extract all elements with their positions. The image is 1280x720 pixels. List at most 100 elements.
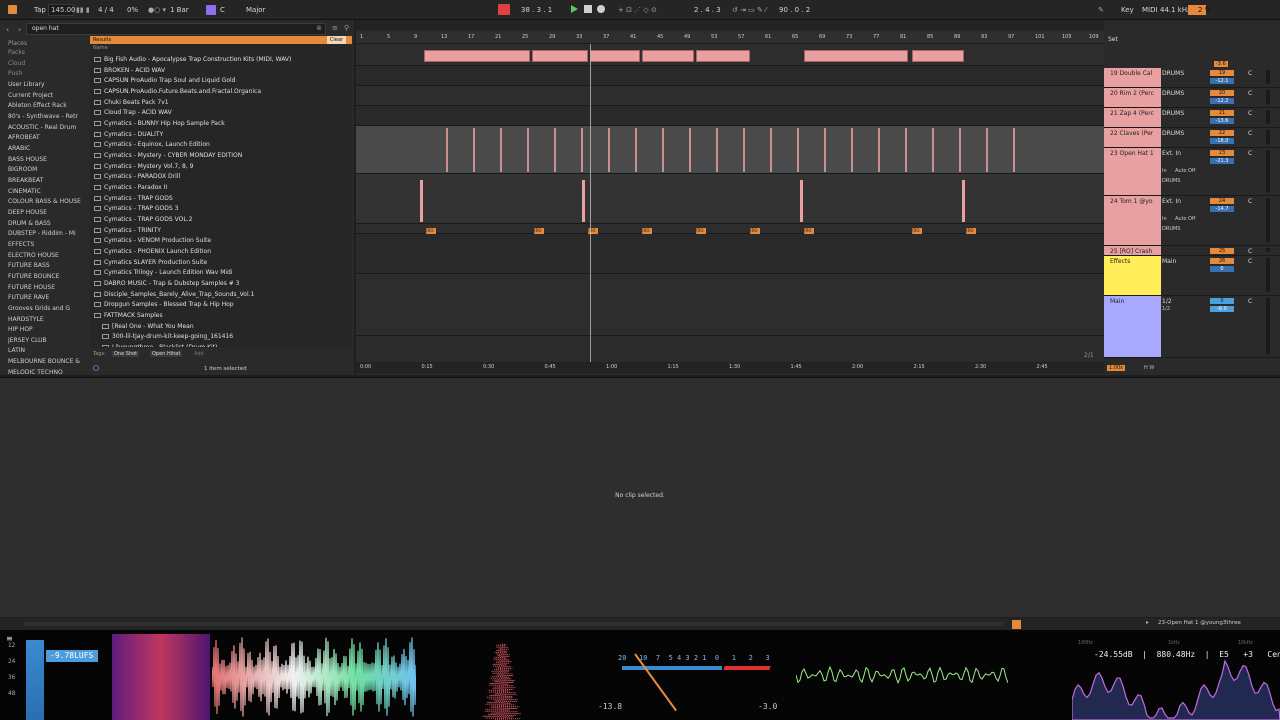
- clip[interactable]: [446, 128, 448, 172]
- result-row[interactable]: Chuki Beats Pack 7v1: [94, 98, 350, 108]
- place-item[interactable]: Grooves Grids and G: [8, 304, 92, 314]
- status-arrow-icon[interactable]: ▸: [1146, 619, 1149, 626]
- result-row[interactable]: Dropgun Samples - Blessed Trap & Hip Hop: [94, 300, 350, 310]
- clip[interactable]: [608, 128, 610, 172]
- track-io-sub2[interactable]: Auto: [1175, 168, 1187, 174]
- bar-number[interactable]: 97: [1008, 34, 1014, 40]
- clip[interactable]: [581, 128, 583, 172]
- place-item[interactable]: DRUM & BASS: [8, 219, 92, 229]
- result-row[interactable]: [Real One - What You Mean: [94, 322, 350, 332]
- track-header[interactable]: Main 1/2 0 -6.0 C 1/2: [1104, 296, 1280, 358]
- time-marker[interactable]: 1:30: [729, 364, 740, 370]
- song-position[interactable]: 38 . 3 . 1: [521, 4, 552, 16]
- forward-icon[interactable]: ›: [18, 25, 21, 34]
- track-volume[interactable]: 25: [1210, 248, 1234, 254]
- clip[interactable]: [905, 128, 907, 172]
- browser-options-icon[interactable]: ⚲: [344, 24, 349, 32]
- draw-mode-icon[interactable]: ✎: [1098, 4, 1104, 16]
- bar-number[interactable]: 13: [441, 34, 447, 40]
- track-name[interactable]: 23 Open Hat 1: [1104, 148, 1161, 195]
- clip[interactable]: [1013, 128, 1015, 172]
- track-pan[interactable]: C: [1248, 258, 1252, 265]
- bar-number[interactable]: 77: [873, 34, 879, 40]
- loop-length[interactable]: 90 . 0 . 2: [779, 4, 810, 16]
- tap-button[interactable]: Tap: [34, 4, 46, 16]
- track-pan[interactable]: C: [1248, 70, 1252, 77]
- track-lane[interactable]: [356, 174, 1104, 224]
- track-volume[interactable]: 23: [1210, 150, 1234, 156]
- track-pan[interactable]: C: [1248, 130, 1252, 137]
- record-icon[interactable]: [597, 5, 605, 13]
- place-item[interactable]: JERSEY CLUB: [8, 336, 92, 346]
- bar-ruler[interactable]: 1 5 9 13 17 21 25 29 33 37 41 45 49 53 57 61 65 69 73 77 81 8…: [356, 32, 1104, 44]
- place-item[interactable]: DUBSTEP - Riddim - Mi: [8, 229, 92, 239]
- clip[interactable]: [642, 50, 694, 62]
- result-row[interactable]: CAPSUN ProAudio Trap Soul and Liquid Gol…: [94, 76, 350, 86]
- result-row[interactable]: Cymatics SLAYER Production Suite: [94, 258, 350, 268]
- clip[interactable]: [473, 128, 475, 172]
- track-input[interactable]: 1/2: [1162, 298, 1172, 305]
- bar-number[interactable]: 61: [765, 34, 771, 40]
- bar-number[interactable]: 49: [684, 34, 690, 40]
- result-row[interactable]: Cymatics - TRAP GODS 3: [94, 204, 350, 214]
- clip[interactable]: [770, 128, 772, 172]
- track-db[interactable]: -14.7: [1210, 206, 1234, 212]
- track-header[interactable]: 23 Open Hat 1 Ext. In 23 -21.3 C In Auto Off DRU…: [1104, 148, 1280, 196]
- clip[interactable]: [959, 128, 961, 172]
- clip[interactable]: [RO: [912, 228, 922, 234]
- browser-filter-icon[interactable]: ≡: [332, 24, 338, 32]
- play-icon[interactable]: [571, 5, 578, 13]
- track-db[interactable]: -18.0: [1210, 138, 1234, 144]
- clip[interactable]: [420, 180, 423, 222]
- place-item[interactable]: EFFECTS: [8, 240, 92, 250]
- record-arrangement-icon[interactable]: [498, 4, 510, 15]
- place-item[interactable]: FUTURE BASS: [8, 261, 92, 271]
- bar-number[interactable]: 105: [1062, 34, 1072, 40]
- result-row[interactable]: FATTMACK Samples: [94, 311, 350, 321]
- track-name[interactable]: 19 Double Cal: [1104, 68, 1161, 87]
- clip[interactable]: [RO: [804, 228, 814, 234]
- bar-number[interactable]: 17: [468, 34, 474, 40]
- clip[interactable]: [662, 128, 664, 172]
- time-marker[interactable]: 2:30: [975, 364, 986, 370]
- place-item[interactable]: CINEMATIC: [8, 187, 92, 197]
- bar-number[interactable]: 29: [549, 34, 555, 40]
- bar-number[interactable]: 109: [1089, 34, 1099, 40]
- clip[interactable]: [RO: [696, 228, 706, 234]
- result-row[interactable]: Cymatics - BUNNY Hip Hop Sample Pack: [94, 119, 350, 129]
- clip[interactable]: [696, 50, 750, 62]
- set-button[interactable]: Set: [1108, 36, 1118, 43]
- track-pan[interactable]: C: [1248, 248, 1252, 255]
- overview-strip[interactable]: [356, 20, 1104, 30]
- clip[interactable]: [804, 50, 908, 62]
- result-row[interactable]: Lilyoungthree - Blacklist (Drum Kit): [94, 343, 350, 347]
- bar-number[interactable]: 89: [954, 34, 960, 40]
- track-volume[interactable]: 21: [1210, 110, 1234, 116]
- bar-number[interactable]: 45: [657, 34, 663, 40]
- track-db[interactable]: -21.3: [1210, 158, 1234, 164]
- place-item[interactable]: LATIN: [8, 346, 92, 356]
- result-row[interactable]: Cymatics - Paradox II: [94, 183, 350, 193]
- search-clear-icon[interactable]: ⊗: [316, 24, 322, 32]
- place-item[interactable]: AFROBEAT: [8, 133, 92, 143]
- track-input[interactable]: DRUMS: [1162, 90, 1184, 97]
- result-row[interactable]: Cymatics - Mystery - CYBER MONDAY EDITIO…: [94, 151, 350, 161]
- track-io-out[interactable]: DRUMS: [1162, 178, 1180, 184]
- track-header[interactable]: Effects Main 26 0 C: [1104, 256, 1280, 296]
- clear-button[interactable]: Clear: [326, 36, 346, 44]
- track-lane[interactable]: [356, 224, 1104, 234]
- clip[interactable]: [RO: [534, 228, 544, 234]
- result-row[interactable]: Disciple_Samples_Barely_Alive_Trap_Sound…: [94, 290, 350, 300]
- loop-start[interactable]: 2 . 4 . 3: [694, 4, 721, 16]
- bar-number[interactable]: 1: [360, 34, 363, 40]
- clip[interactable]: [500, 128, 502, 172]
- clip[interactable]: [912, 50, 964, 62]
- result-row[interactable]: BROKEN - ACID WAV: [94, 66, 350, 76]
- bar-number[interactable]: 93: [981, 34, 987, 40]
- bar-number[interactable]: 73: [846, 34, 852, 40]
- place-item[interactable]: Push: [8, 69, 92, 79]
- result-row[interactable]: CAPSUN.ProAudio.Future.Beats.and.Fractal…: [94, 87, 350, 97]
- bar-number[interactable]: 57: [738, 34, 744, 40]
- clip[interactable]: [932, 128, 934, 172]
- track-io-sub2[interactable]: Auto: [1175, 216, 1187, 222]
